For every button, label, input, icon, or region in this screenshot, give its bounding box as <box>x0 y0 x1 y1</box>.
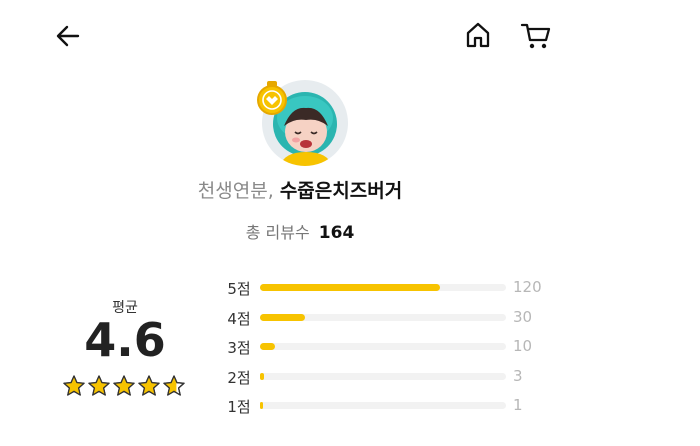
cart-button[interactable] <box>520 21 552 51</box>
rating-bar-fill <box>260 284 440 291</box>
home-button[interactable] <box>464 21 492 49</box>
star-icon <box>62 374 86 398</box>
rating-bar-fill <box>260 372 265 380</box>
rating-bar-fill <box>260 402 263 409</box>
rating-row-count: 10 <box>513 337 533 355</box>
rating-row: 5점 120 <box>222 276 552 306</box>
rating-row: 3점 10 <box>222 335 552 365</box>
medal-badge-icon <box>255 78 289 122</box>
rating-row-count: 120 <box>513 278 542 296</box>
cart-icon <box>520 21 552 51</box>
rating-row-label: 4점 <box>227 309 251 328</box>
rating-row-label: 1점 <box>227 398 251 416</box>
average-rating: 4.6 <box>84 313 166 367</box>
rating-bar-track <box>260 402 506 409</box>
rating-distribution: 5점 120 4점 30 3점 10 2점 3 1점 1 <box>222 276 552 424</box>
total-review-count: 총 리뷰수 164 <box>0 222 600 244</box>
review-summary-page: 천생연분, 수줍은치즈버거 총 리뷰수 164 평균 4.6 5점 120 4점 30… <box>0 0 700 446</box>
rating-bar-track <box>260 284 506 291</box>
star-rating <box>62 374 186 398</box>
rating-row: 4점 30 <box>222 306 552 336</box>
back-arrow-icon <box>54 22 82 50</box>
store-name-line: 천생연분, 수줍은치즈버거 <box>0 178 600 204</box>
rating-row-count: 3 <box>513 366 523 385</box>
star-icon <box>162 374 186 398</box>
rating-bar-track <box>260 372 506 380</box>
review-count-value: 164 <box>318 223 355 243</box>
rating-row-label: 2점 <box>227 368 251 387</box>
rating-row-count: 1 <box>513 396 523 414</box>
rating-row: 1점 1 <box>222 394 552 424</box>
rating-bar-fill <box>260 343 275 350</box>
rating-row-label: 3점 <box>227 339 251 357</box>
store-name: 수줍은치즈버거 <box>279 180 403 202</box>
star-icon <box>87 374 111 398</box>
rating-bar-track <box>260 313 506 321</box>
home-icon <box>464 21 492 49</box>
star-icon <box>112 374 136 398</box>
rating-bar-track <box>260 343 506 350</box>
back-button[interactable] <box>54 22 82 50</box>
store-prefix: 천생연분, <box>197 180 274 202</box>
rating-bar-fill <box>260 313 305 321</box>
star-icon <box>137 374 161 398</box>
rating-row-count: 30 <box>513 307 533 326</box>
review-count-label: 총 리뷰수 <box>245 223 310 242</box>
rating-row-label: 5점 <box>227 280 251 298</box>
rating-row: 2점 3 <box>222 365 552 395</box>
avatar <box>255 78 351 168</box>
